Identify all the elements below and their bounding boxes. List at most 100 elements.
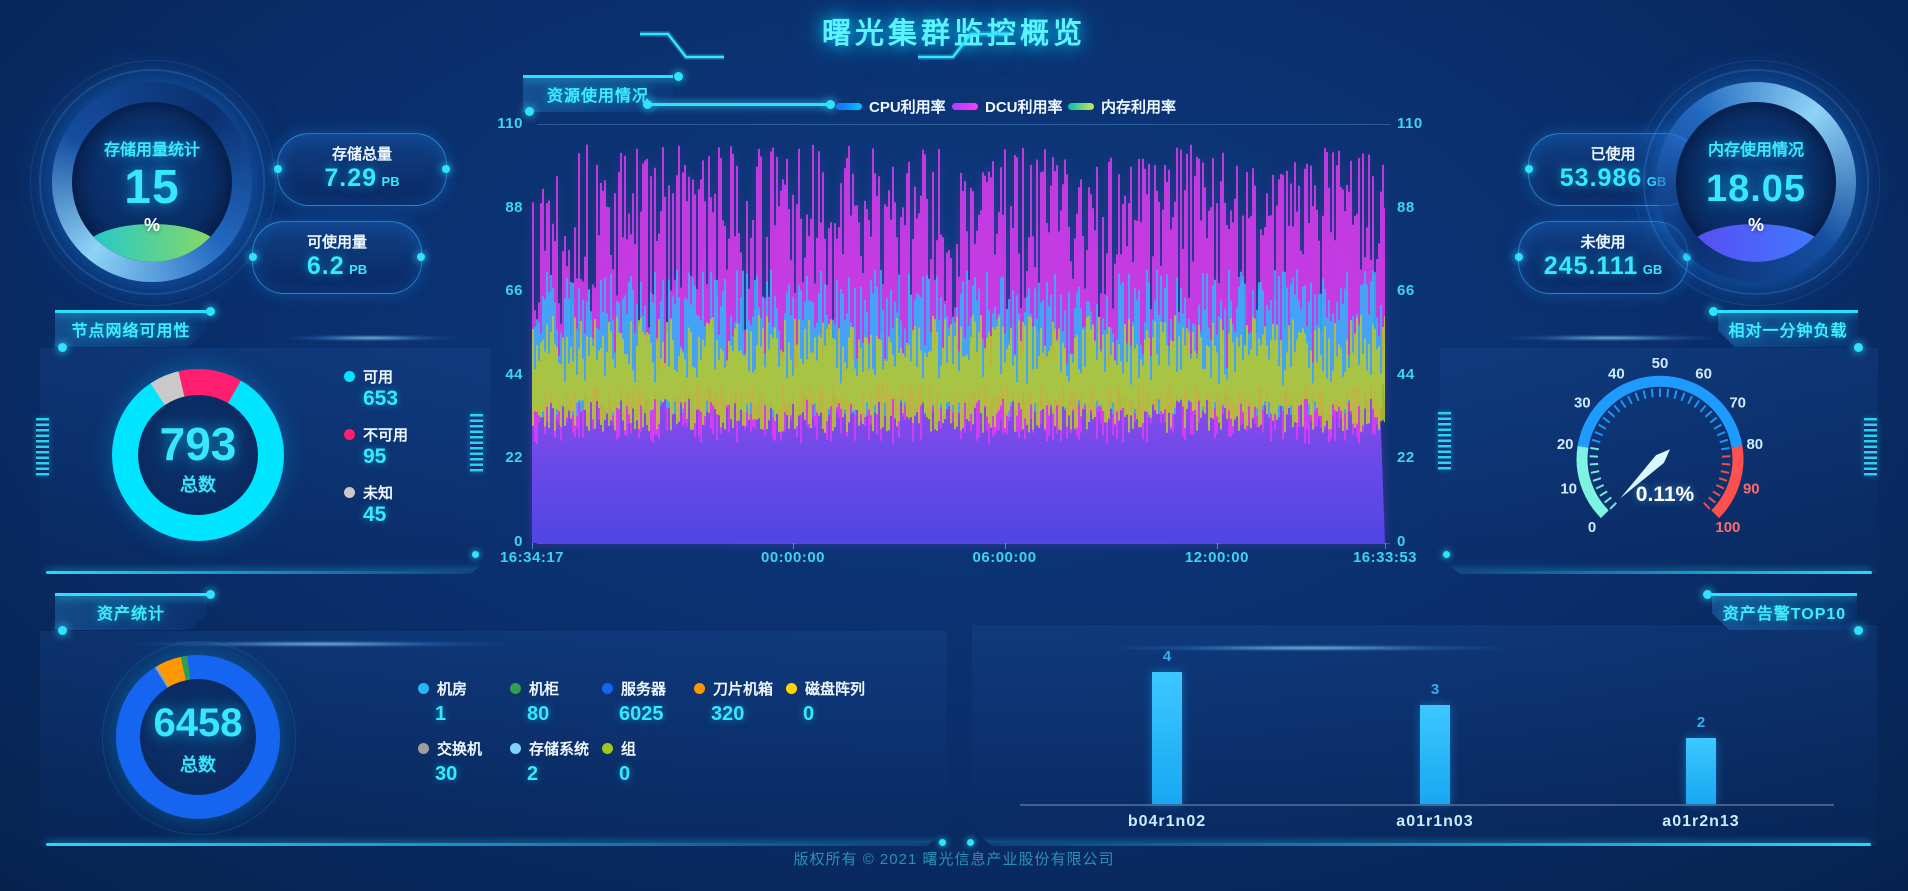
legend-item-cpu[interactable]: CPU利用率	[836, 97, 946, 115]
legend-dot-icon	[510, 743, 521, 754]
dashboard-root: 曙光集群监控概览 存储用量统计 15 % 存储总量 7.29 PB 可使用量 6…	[0, 0, 1908, 891]
gauge-tick-label: 50	[1652, 355, 1669, 372]
gauge-title: 内存使用情况	[1676, 136, 1836, 160]
pill-value: 245.111	[1544, 252, 1639, 280]
legend-value: 95	[344, 445, 408, 469]
legend-item-memory[interactable]: 内存利用率	[1068, 97, 1176, 115]
legend-item-dcu[interactable]: DCU利用率	[952, 97, 1063, 115]
corner-dot	[1709, 307, 1718, 316]
gauge-tick	[1694, 400, 1699, 407]
node-legend-item[interactable]: 可用653	[344, 366, 408, 411]
light-flare	[250, 336, 490, 340]
section-title-alarm-top10: 资产告警TOP10	[1712, 593, 1857, 630]
node-legend-item[interactable]: 未知45	[344, 482, 408, 527]
gauge-tick	[1593, 478, 1601, 481]
corner-dot	[525, 107, 534, 116]
load-gauge-value: 0.11%	[1600, 483, 1730, 507]
x-axis-label: 16:33:53	[1325, 549, 1445, 566]
legend-label-row: 刀片机箱	[694, 678, 786, 699]
gauge-tick	[1591, 471, 1599, 473]
dcu-series-icon	[952, 103, 978, 110]
asset-legend-item[interactable]: 磁盘阵列0	[786, 678, 878, 726]
light-flare	[1460, 336, 1760, 340]
legend-value: 80	[510, 703, 602, 726]
legend-label: 机房	[437, 678, 467, 699]
gauge-tick-label: 30	[1574, 395, 1591, 412]
corner-dot	[674, 72, 683, 81]
line-end-dot	[643, 100, 652, 109]
gauge-tick	[1603, 418, 1610, 423]
legend-label: 组	[621, 738, 636, 759]
corner-dot	[1854, 343, 1863, 352]
gauge-tick	[1721, 448, 1729, 449]
legend-value: 0	[602, 763, 694, 786]
asset-legend-item[interactable]: 存储系统2	[510, 738, 602, 786]
barcode-decoration	[1864, 418, 1877, 476]
gauge-tick	[1710, 418, 1717, 423]
light-flare	[1030, 646, 1590, 650]
legend-label-row: 机柜	[510, 678, 602, 699]
corner-dot	[206, 307, 215, 316]
gauge-tick-label: 10	[1560, 481, 1577, 498]
gauge-tick-label: 20	[1557, 436, 1574, 453]
node-legend-item[interactable]: 不可用95	[344, 424, 408, 469]
memory-series-icon	[1068, 103, 1094, 110]
gauge-tick	[1595, 432, 1603, 435]
asset-legend-item[interactable]: 交换机 30	[418, 738, 510, 786]
gauge-tick	[1590, 448, 1598, 449]
legend-label: 机柜	[529, 678, 559, 699]
memory-percent-value: 18.05	[1676, 168, 1836, 211]
section-title-asset-stats: 资产统计	[55, 593, 207, 630]
gauge-tick	[1722, 464, 1731, 465]
legend-label: 存储系统	[529, 738, 589, 759]
asset-legend-item[interactable]: 刀片机箱 320	[694, 678, 786, 726]
gauge-face: 内存使用情况 18.05 %	[1676, 102, 1836, 262]
pill-unit: PB	[349, 262, 367, 277]
corner-dot	[1854, 626, 1863, 635]
gauge-tick-label: 70	[1729, 395, 1746, 412]
legend-value: 1	[418, 703, 510, 726]
gauge-tick	[1688, 396, 1692, 404]
y-axis-label: 110	[437, 115, 523, 132]
gauge-tick-label: 0	[1588, 519, 1596, 536]
legend-label: 未知	[363, 482, 393, 503]
legend-dot-icon	[786, 683, 797, 694]
legend-value: 320	[694, 703, 786, 726]
gauge-tick	[1667, 389, 1668, 397]
legend-dot-icon	[510, 683, 521, 694]
barcode-decoration	[470, 414, 483, 472]
light-flare	[60, 642, 580, 646]
gauge-tick	[1714, 425, 1721, 429]
barcode-decoration	[1438, 412, 1451, 470]
x-axis-label: 12:00:00	[1157, 549, 1277, 566]
y-axis-label: 66	[437, 282, 523, 299]
asset-legend-item[interactable]: 机房 1	[418, 678, 510, 726]
legend-label: 内存利用率	[1101, 96, 1176, 117]
legend-label: 交换机	[437, 738, 482, 759]
gauge-tick	[1636, 393, 1639, 401]
legend-label: 可用	[363, 366, 393, 387]
node-availability-donut: 793 总数	[112, 369, 284, 541]
asset-legend-item[interactable]: 组0	[602, 738, 694, 786]
x-axis-label: 16:34:17	[472, 549, 592, 566]
legend-dot-icon	[418, 683, 429, 694]
gauge-tick-label: 80	[1746, 436, 1763, 453]
asset-legend-item[interactable]: 机柜 80	[510, 678, 602, 726]
legend-label-row: 机房	[418, 678, 510, 699]
legend-label-row: 服务器	[602, 678, 694, 699]
gauge-tick	[1700, 405, 1706, 412]
gauge-tick	[1644, 390, 1646, 398]
storage-total-pill: 存储总量 7.29 PB	[277, 133, 447, 206]
gauge-title: 存储用量统计	[72, 136, 232, 160]
gauge-tick	[1621, 400, 1626, 407]
legend-value: 30	[418, 763, 510, 786]
gauge-tick	[1719, 478, 1727, 481]
node-total-label: 总数	[112, 471, 284, 497]
legend-dot-icon	[418, 743, 429, 754]
gauge-tick	[1628, 396, 1632, 404]
legend-dot-icon	[602, 743, 613, 754]
gauge-tick	[1717, 432, 1725, 435]
asset-legend-item[interactable]: 服务器6025	[602, 678, 694, 726]
pill-label: 存储总量	[278, 143, 446, 164]
legend-label: 刀片机箱	[713, 678, 773, 699]
